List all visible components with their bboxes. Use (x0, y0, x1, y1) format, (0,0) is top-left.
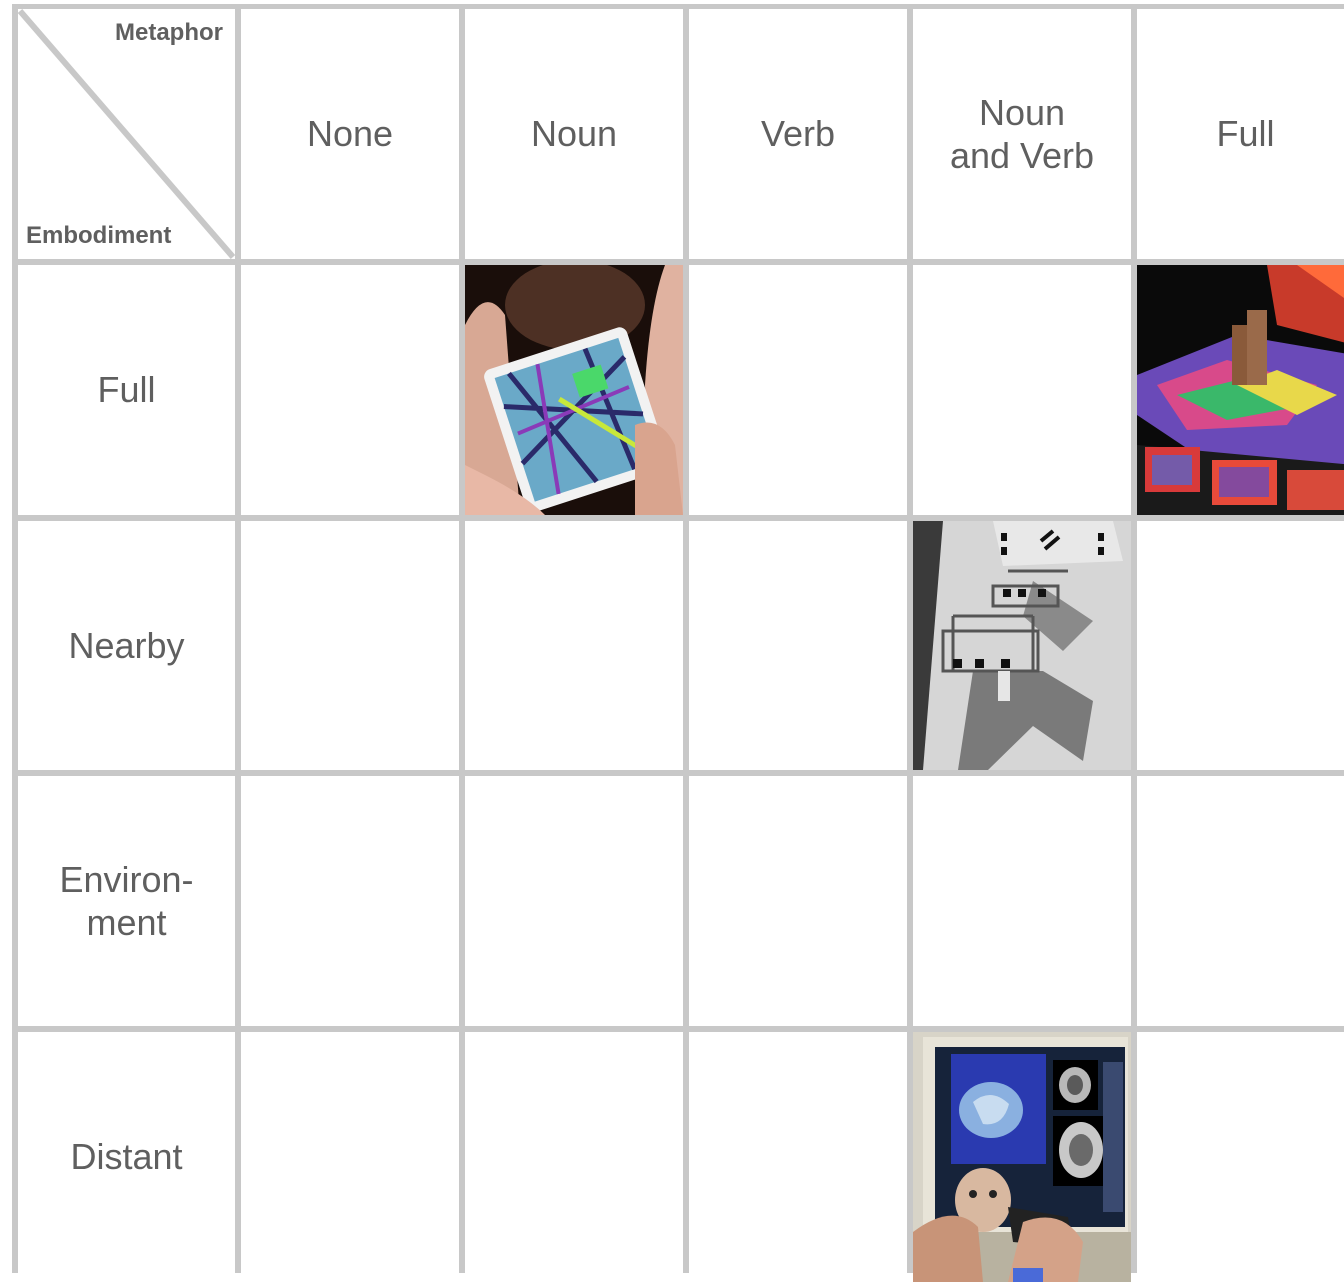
column-header-full: Full (1137, 9, 1344, 259)
embodiment-axis-label: Embodiment (26, 222, 172, 250)
cell-full-noun (465, 265, 683, 515)
column-header-verb: Verb (689, 9, 907, 259)
corner-cell: Metaphor Embodiment (18, 9, 235, 259)
metaphor-axis-label: Metaphor (115, 19, 223, 46)
cell-environment-noun (465, 776, 683, 1026)
cell-full-full (1137, 265, 1344, 515)
cell-distant-noun-and-verb (913, 1032, 1131, 1282)
column-header-noun: Noun (465, 9, 683, 259)
cell-environment-none (241, 776, 459, 1026)
cell-distant-none (241, 1032, 459, 1282)
cell-distant-full (1137, 1032, 1344, 1282)
column-header-none: None (241, 9, 459, 259)
cell-environment-verb (689, 776, 907, 1026)
cell-full-noun-and-verb (913, 265, 1131, 515)
cell-nearby-noun (465, 521, 683, 770)
photo-colorful-terrain-visualization (1137, 265, 1344, 515)
cell-nearby-none (241, 521, 459, 770)
photo-physical-model-with-shadows (913, 521, 1131, 770)
row-header-full: Full (18, 265, 235, 515)
taxonomy-grid: Metaphor Embodiment None Noun Verb Noun … (12, 4, 1344, 1282)
cell-nearby-verb (689, 521, 907, 770)
row-header-nearby: Nearby (18, 521, 235, 770)
column-header-noun-and-verb: Noun and Verb (913, 9, 1131, 259)
cell-nearby-noun-and-verb (913, 521, 1131, 770)
cell-environment-noun-and-verb (913, 776, 1131, 1026)
cell-distant-verb (689, 1032, 907, 1282)
row-header-distant: Distant (18, 1032, 235, 1282)
row-header-environment: Environ- ment (18, 776, 235, 1026)
cell-distant-noun (465, 1032, 683, 1282)
cell-nearby-full (1137, 521, 1344, 770)
photo-hands-holding-card-map (465, 265, 683, 515)
photo-doll-head-brain-scan-monitor (913, 1032, 1131, 1282)
cell-environment-full (1137, 776, 1344, 1026)
cell-full-none (241, 265, 459, 515)
cell-full-verb (689, 265, 907, 515)
